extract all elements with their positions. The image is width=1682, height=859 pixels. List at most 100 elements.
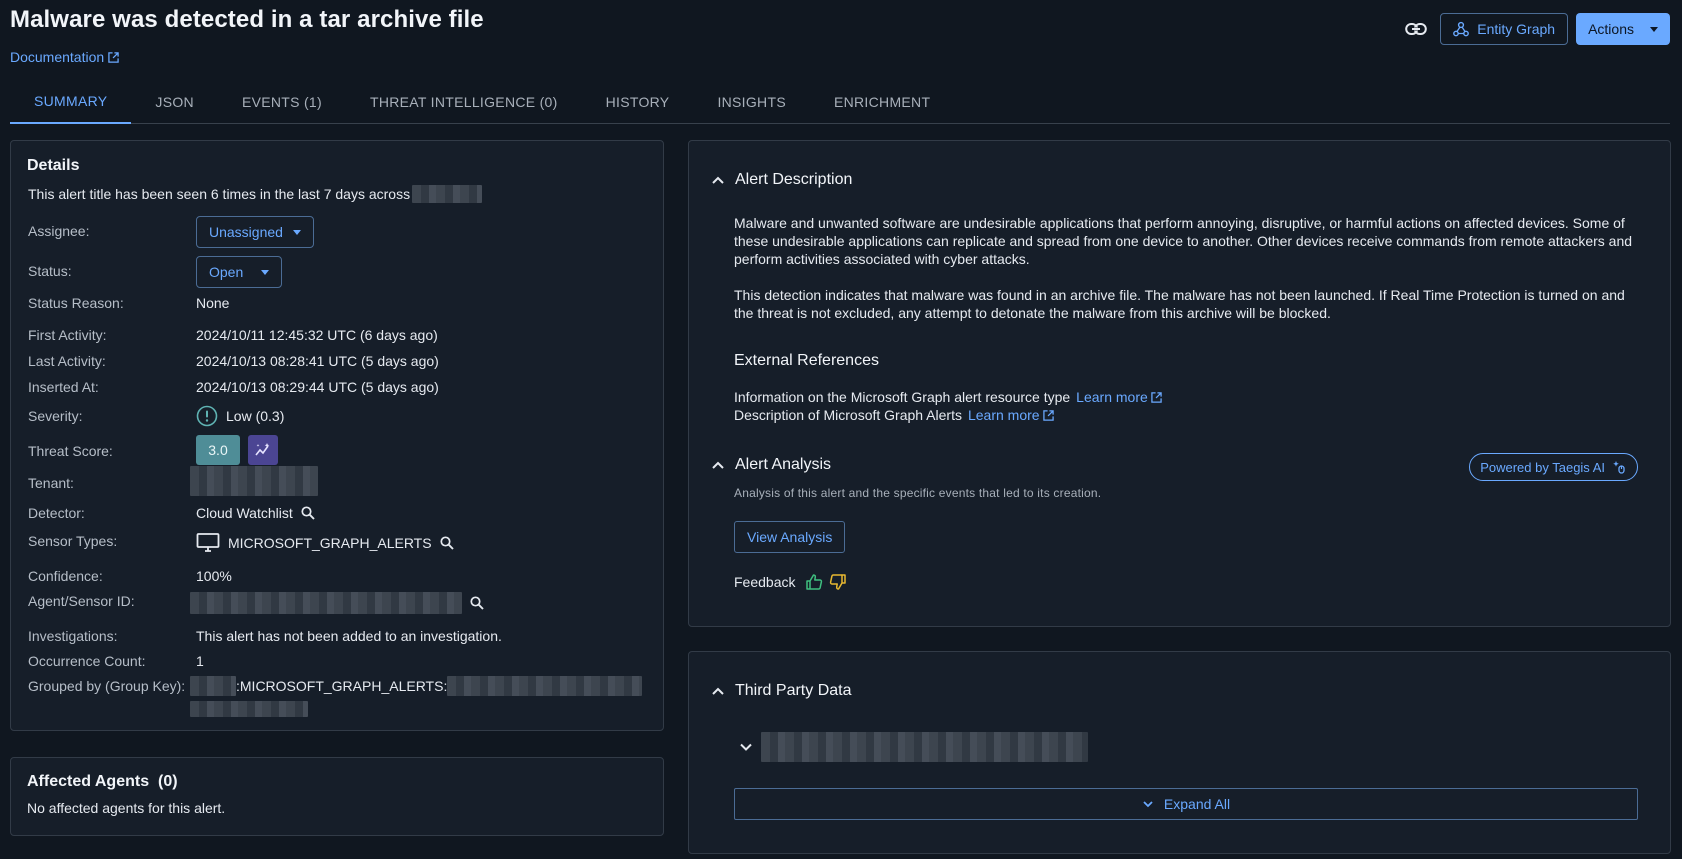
learn-more-label: Learn more: [967, 407, 1040, 423]
thumbs-up-icon[interactable]: [805, 573, 823, 591]
affected-agents-count: (0): [157, 773, 178, 790]
alert-analysis-heading: Alert Analysis: [735, 456, 832, 473]
view-analysis-button[interactable]: View Analysis: [734, 521, 846, 553]
chevron-down-icon: [292, 229, 301, 235]
first-activity-label: First Activity:: [28, 327, 107, 343]
ai-sparkle-icon: [255, 443, 270, 456]
assignee-value: Unassigned: [209, 224, 283, 240]
redacted-group-key-prefix: [190, 676, 236, 696]
external-link-icon: [1042, 409, 1054, 421]
thumbs-down-icon[interactable]: [829, 573, 847, 591]
tab-threat-intelligence[interactable]: THREAT INTELLIGENCE (0): [346, 80, 582, 124]
alert-description-para1: Malware and unwanted software are undesi…: [734, 215, 1633, 267]
sensor-types-value: MICROSOFT_GRAPH_ALERTS: [228, 535, 432, 551]
redacted-third-party-item: [761, 732, 1088, 762]
severity-value: Low (0.3): [226, 408, 285, 424]
severity-label: Severity:: [28, 408, 83, 424]
entity-graph-button[interactable]: Entity Graph: [1440, 13, 1569, 45]
seen-summary: This alert title has been seen 6 times i…: [28, 185, 483, 203]
tab-events[interactable]: EVENTS (1): [218, 80, 346, 124]
first-activity-value: 2024/10/11 12:45:32 UTC (6 days ago): [196, 327, 438, 343]
tab-summary[interactable]: SUMMARY: [10, 80, 132, 124]
confidence-value: 100%: [196, 568, 232, 584]
detector-label: Detector:: [28, 505, 85, 521]
grouped-value: :MICROSOFT_GRAPH_ALERTS:: [236, 678, 448, 694]
feedback-row: Feedback: [734, 573, 847, 591]
detector-value: Cloud Watchlist: [196, 505, 293, 521]
redacted-agent-id: [190, 592, 462, 614]
copy-link-button[interactable]: [1400, 13, 1432, 45]
redacted-tenant: [412, 185, 483, 203]
entity-graph-label: Entity Graph: [1477, 21, 1556, 37]
status-reason-label: Status Reason:: [28, 295, 124, 311]
page-title: Malware was detected in a tar archive fi…: [10, 6, 484, 33]
occurrence-value: 1: [196, 653, 204, 669]
search-icon[interactable]: [470, 596, 484, 610]
third-party-data-heading: Third Party Data: [735, 682, 852, 699]
external-link-icon: [108, 51, 119, 63]
redacted-tenant-value: [190, 466, 318, 496]
occurrence-label: Occurrence Count:: [28, 653, 146, 669]
severity-alert-icon: [196, 405, 218, 427]
monitor-icon: [196, 533, 220, 552]
alert-analysis-toggle[interactable]: Alert Analysis: [711, 456, 831, 474]
third-party-item[interactable]: [739, 732, 1088, 762]
third-party-data-toggle[interactable]: Third Party Data: [711, 682, 851, 700]
sensor-types-label: Sensor Types:: [28, 533, 118, 549]
affected-agents-heading: Affected Agents: [27, 773, 150, 790]
confidence-label: Confidence:: [28, 568, 103, 584]
inserted-at-label: Inserted At:: [28, 379, 99, 395]
details-panel: Details This alert title has been seen 6…: [10, 140, 664, 731]
redacted-group-key-line2: [190, 701, 308, 717]
tab-insights[interactable]: INSIGHTS: [693, 80, 810, 124]
alert-description-toggle[interactable]: Alert Description: [711, 171, 852, 189]
status-dropdown[interactable]: Open: [196, 256, 283, 288]
chevron-up-icon: [712, 687, 724, 695]
learn-more-label: Learn more: [1076, 389, 1148, 405]
tab-bar: SUMMARY JSON EVENTS (1) THREAT INTELLIGE…: [10, 80, 1670, 124]
chevron-down-icon: [261, 269, 270, 275]
search-icon[interactable]: [301, 506, 315, 520]
ref2-text: Description of Microsoft Graph Alerts: [734, 407, 962, 423]
alert-description-panel: Alert Description Malware and unwanted s…: [688, 140, 1671, 627]
powered-by-taegis-badge[interactable]: Powered by Taegis AI: [1469, 453, 1638, 481]
actions-label: Actions: [1588, 21, 1634, 37]
external-reference-2: Description of Microsoft Graph Alerts Le…: [734, 407, 1054, 423]
alert-description-para2: This detection indicates that malware wa…: [734, 287, 1625, 321]
tab-json[interactable]: JSON: [131, 80, 218, 124]
investigations-value: This alert has not been added to an inve…: [196, 628, 502, 644]
ref1-text: Information on the Microsoft Graph alert…: [734, 389, 1071, 405]
affected-agents-text: No affected agents for this alert.: [27, 800, 226, 816]
external-link-icon: [1151, 391, 1162, 403]
grouped-label: Grouped by (Group Key):: [28, 678, 186, 694]
actions-button[interactable]: Actions: [1576, 13, 1670, 45]
chevron-up-icon: [712, 461, 724, 469]
tab-history[interactable]: HISTORY: [582, 80, 694, 124]
alert-analysis-subtitle: Analysis of this alert and the specific …: [734, 486, 1102, 500]
status-label: Status:: [28, 263, 72, 279]
documentation-link[interactable]: Documentation: [10, 49, 119, 65]
search-icon[interactable]: [440, 536, 454, 550]
status-reason-value: None: [196, 295, 230, 311]
header-actions: Entity Graph Actions: [1400, 13, 1670, 45]
agent-sensor-label: Agent/Sensor ID:: [28, 593, 135, 609]
documentation-label: Documentation: [10, 49, 105, 65]
feedback-label: Feedback: [734, 574, 796, 590]
entity-graph-icon: [1453, 21, 1470, 37]
tab-enrichment[interactable]: ENRICHMENT: [810, 80, 954, 124]
third-party-data-panel: Third Party Data Expand All: [688, 651, 1671, 854]
learn-more-link-2[interactable]: Learn more: [968, 407, 1054, 423]
expand-all-label: Expand All: [1163, 796, 1231, 812]
external-references-heading: External References: [734, 352, 879, 369]
expand-all-button[interactable]: Expand All: [734, 788, 1638, 820]
chevron-down-icon: [1650, 26, 1658, 32]
tenant-label: Tenant:: [28, 475, 74, 491]
assignee-dropdown[interactable]: Unassigned: [196, 216, 314, 248]
chevron-up-icon: [712, 176, 724, 184]
redacted-group-key-suffix: [447, 676, 643, 696]
external-reference-1: Information on the Microsoft Graph alert…: [734, 389, 1162, 405]
affected-agents-title: Affected Agents (0): [27, 773, 647, 791]
learn-more-link-1[interactable]: Learn more: [1076, 389, 1162, 405]
ai-insight-button[interactable]: [248, 435, 278, 465]
link-icon: [1405, 23, 1428, 35]
